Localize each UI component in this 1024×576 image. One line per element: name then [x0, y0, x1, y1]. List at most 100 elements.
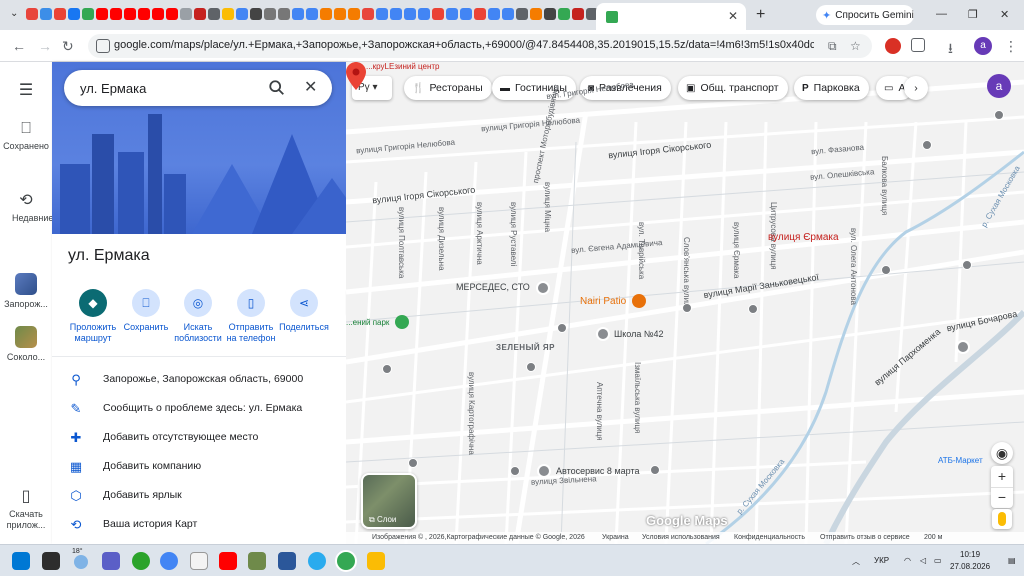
task-view-icon[interactable] [42, 552, 60, 570]
add-label-row[interactable]: ⬡ Добавить ярлык [52, 482, 346, 511]
close-icon[interactable]: ✕ [304, 77, 317, 97]
browser-menu-icon[interactable]: ⋮ [1004, 38, 1018, 55]
minimize-icon[interactable]: — [936, 8, 947, 20]
poi-dot[interactable] [748, 304, 758, 314]
tab-favicon[interactable] [54, 8, 66, 20]
new-tab-icon[interactable]: + [756, 6, 765, 24]
layers-button[interactable]: ⧉ Слои [361, 473, 417, 529]
search-input[interactable]: ул. Ермака [80, 81, 146, 96]
restaurant-marker-icon[interactable] [632, 294, 646, 308]
tab-favicon[interactable] [138, 8, 150, 20]
clock[interactable]: 10:19 27.08.2026 [950, 549, 990, 573]
search-icon[interactable] [268, 79, 286, 97]
tab-favicon[interactable] [502, 8, 514, 20]
feedback-link[interactable]: Отправить отзыв о сервисе [820, 534, 910, 541]
report-problem-row[interactable]: ✎ Сообщить о проблеме здесь: ул. Ермака [52, 395, 346, 424]
tab-favicon[interactable] [68, 8, 80, 20]
site-info-icon[interactable] [96, 39, 110, 53]
install-app-icon[interactable]: ⧉ [828, 39, 837, 54]
ask-gemini-button[interactable]: ✦ Спросить Gemini [816, 5, 914, 25]
poi-label[interactable]: Школа №42 [614, 329, 664, 339]
terms-link[interactable]: Условия использования [642, 534, 720, 541]
tab-favicon[interactable] [572, 8, 584, 20]
maps-history-row[interactable]: ⟲ Ваша история Карт [52, 511, 346, 540]
weather-icon[interactable] [74, 555, 88, 569]
add-missing-place-row[interactable]: ✚ Добавить отсутствующее место [52, 424, 346, 453]
download-icon[interactable]: ⭳ [948, 38, 953, 62]
nearby-button[interactable]: ◎ Искать поблизости [170, 289, 226, 344]
menu-button[interactable]: ☰ [0, 80, 52, 103]
tab-favicon[interactable] [404, 8, 416, 20]
extension-icon[interactable] [885, 38, 901, 54]
tab-favicon[interactable] [376, 8, 388, 20]
zoom-in-button[interactable]: + [991, 466, 1013, 487]
tab-favicon[interactable] [110, 8, 122, 20]
tab-favicon[interactable] [180, 8, 192, 20]
wifi-icon[interactable]: ◠ [904, 556, 911, 565]
poi-dot[interactable] [994, 110, 1004, 120]
tab-favicon[interactable] [306, 8, 318, 20]
tab-favicon[interactable] [208, 8, 220, 20]
youtube-icon[interactable] [219, 552, 237, 570]
poi-dot[interactable] [922, 140, 932, 150]
transit-marker-icon[interactable] [956, 340, 970, 354]
tab-favicon[interactable] [278, 8, 290, 20]
close-tab-icon[interactable]: ✕ [728, 9, 738, 23]
back-icon[interactable]: ← [12, 38, 26, 54]
tab-favicon[interactable] [334, 8, 346, 20]
tab-favicon[interactable] [460, 8, 472, 20]
tab-favicon[interactable] [348, 8, 360, 20]
share-button[interactable]: ⋖ Поделиться [276, 289, 332, 333]
tab-favicon[interactable] [516, 8, 528, 20]
street-view-pegman-icon[interactable] [992, 509, 1012, 529]
extensions-puzzle-icon[interactable] [911, 38, 925, 52]
tab-favicon[interactable] [166, 8, 178, 20]
chip-transit[interactable]: ▣ Общ. транспорт [678, 76, 788, 100]
poi-dot[interactable] [526, 362, 536, 372]
word-icon[interactable] [278, 552, 296, 570]
close-window-icon[interactable]: ✕ [1000, 8, 1009, 21]
weather-widget[interactable]: 18° [72, 548, 83, 555]
poi-dot[interactable] [382, 364, 392, 374]
account-avatar[interactable]: a [987, 74, 1011, 98]
tab-favicon[interactable] [320, 8, 332, 20]
tab-favicon[interactable] [236, 8, 248, 20]
chip-restaurants[interactable]: 🍴 Рестораны [404, 76, 492, 100]
park-marker-icon[interactable] [395, 315, 409, 329]
tab-favicon[interactable] [264, 8, 276, 20]
start-icon[interactable] [12, 552, 30, 570]
address-bar[interactable]: google.com/maps/place/ул.+Ермака,+Запоро… [88, 34, 872, 58]
notifications-icon[interactable]: ▤ [1008, 556, 1016, 565]
profile-avatar[interactable]: a [974, 37, 992, 55]
reload-icon[interactable]: ↻ [62, 38, 74, 55]
tab-favicon[interactable] [152, 8, 164, 20]
file-explorer-icon[interactable] [367, 552, 385, 570]
tab-favicon[interactable] [124, 8, 136, 20]
notepad-icon[interactable] [190, 552, 208, 570]
tab-search-chevron-icon[interactable]: ⌄ [10, 8, 18, 19]
search-box[interactable]: ул. Ермака ✕ [64, 70, 332, 106]
directions-button[interactable]: ◆ Проложить маршрут [65, 289, 121, 344]
tab-favicon[interactable] [250, 8, 262, 20]
location-pin-icon[interactable] [346, 62, 366, 90]
volume-icon[interactable]: ◁ [920, 556, 926, 565]
recent-place-2[interactable]: Соколо... [0, 326, 52, 362]
tab-favicon[interactable] [432, 8, 444, 20]
tab-favicon[interactable] [558, 8, 570, 20]
scale-bar[interactable]: 200 м [924, 534, 942, 541]
add-business-row[interactable]: ▦ Добавить компанию [52, 453, 346, 482]
restore-icon[interactable]: ❐ [968, 8, 978, 21]
show-hidden-icons[interactable]: ︿ [852, 556, 860, 567]
poi-label[interactable]: АТБ-Маркет [938, 456, 983, 465]
poi-label[interactable]: ...ений парк [346, 318, 389, 327]
poi-dot[interactable] [510, 466, 520, 476]
poi-label[interactable]: Nairi Patio [580, 296, 626, 307]
language-indicator[interactable]: УКР [874, 556, 889, 565]
address-row[interactable]: ⚲ Запорожье, Запорожская область, 69000 [52, 366, 346, 395]
tab-favicon[interactable] [488, 8, 500, 20]
battery-icon[interactable]: ▭ [934, 556, 942, 565]
download-app-button[interactable]: ▯ Скачать прилож... [0, 486, 52, 531]
tab-favicon[interactable] [292, 8, 304, 20]
tab-favicon[interactable] [40, 8, 52, 20]
tab-favicon[interactable] [362, 8, 374, 20]
